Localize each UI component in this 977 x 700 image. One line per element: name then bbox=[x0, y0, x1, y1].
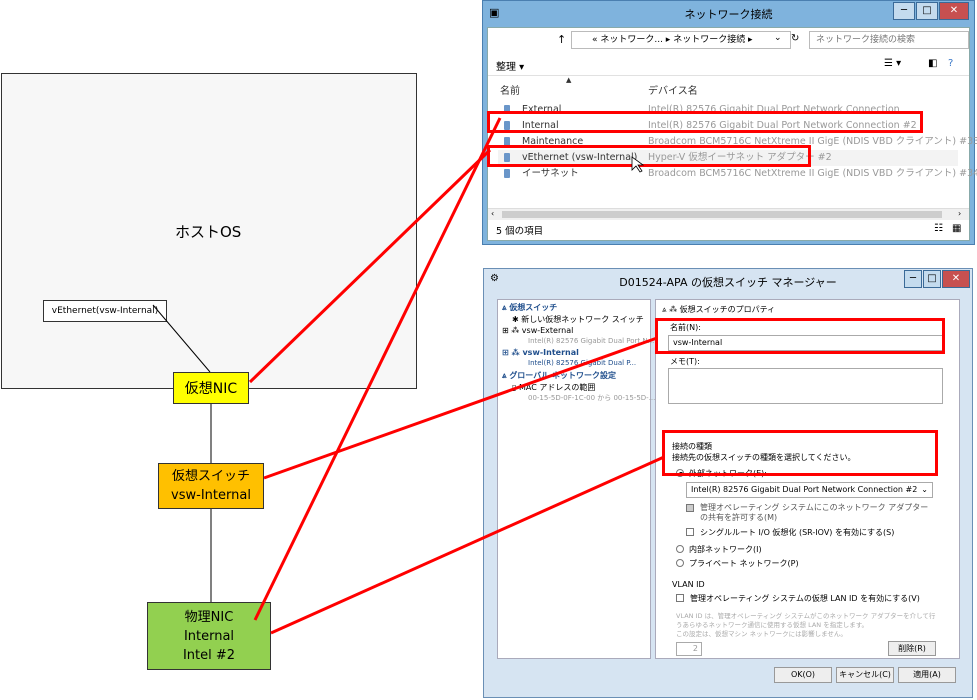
red-line-pnic-to-adapter bbox=[270, 455, 665, 635]
cursor-icon bbox=[631, 156, 645, 173]
red-line-vnic-to-vethernet bbox=[248, 148, 492, 384]
red-line-vswitch-to-name bbox=[263, 336, 658, 480]
line-vethernet-to-vnic bbox=[152, 304, 211, 373]
red-line-pnic-to-internal bbox=[253, 117, 502, 621]
connector-overlay bbox=[152, 117, 665, 635]
